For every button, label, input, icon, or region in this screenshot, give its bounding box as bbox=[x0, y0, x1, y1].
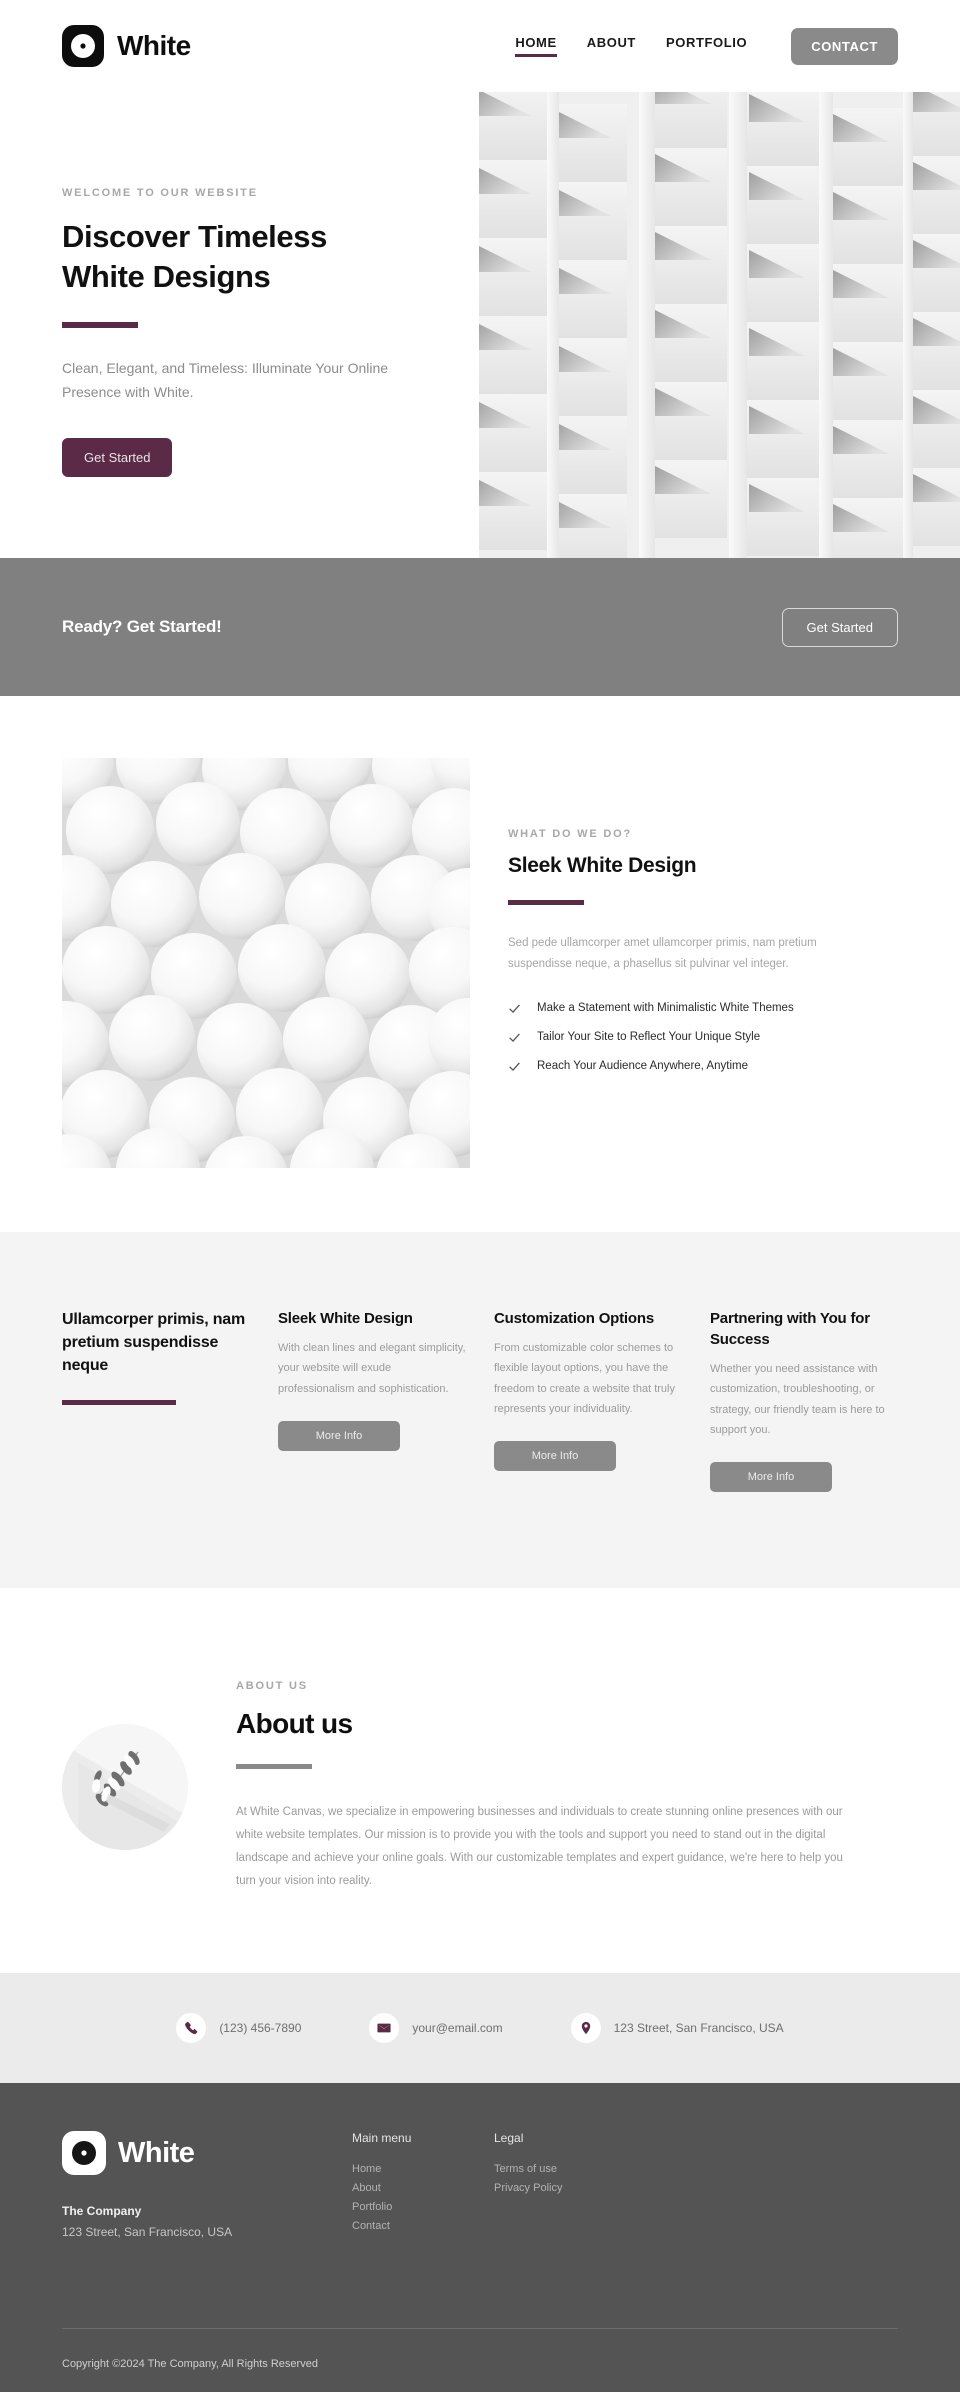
feature-card-title: Customization Options bbox=[494, 1310, 654, 1327]
about-branch-image bbox=[62, 1724, 188, 1851]
checklist-item-label: Reach Your Audience Anywhere, Anytime bbox=[537, 1060, 748, 1073]
contact-button[interactable]: CONTACT bbox=[791, 27, 898, 65]
hero-accent-rule bbox=[62, 322, 138, 329]
features-accent-rule bbox=[62, 1399, 176, 1405]
pinwheel-logo-icon bbox=[62, 25, 104, 67]
about-copy: ABOUT US About us At White Canvas, we sp… bbox=[236, 1662, 898, 1893]
footer-company-address: 123 Street, San Francisco, USA bbox=[62, 2225, 233, 2240]
checklist-item: Reach Your Audience Anywhere, Anytime bbox=[508, 1060, 898, 1073]
footer-column-main-menu: Main menu Home About Portfolio Contact bbox=[352, 2131, 494, 2239]
footer-link-terms[interactable]: Terms of use bbox=[494, 2163, 636, 2175]
footer-brand-column: White The Company 123 Street, San Franci… bbox=[62, 2131, 352, 2239]
contact-email[interactable]: your@email.com bbox=[369, 2013, 503, 2044]
about-eyebrow: ABOUT US bbox=[236, 1680, 308, 1693]
footer-column-legal: Legal Terms of use Privacy Policy bbox=[494, 2131, 636, 2239]
check-icon bbox=[509, 1004, 520, 1013]
page-root: White HOME ABOUT PORTFOLIO CONTACT WELCO… bbox=[0, 0, 960, 2392]
cta-band-get-started-button[interactable]: Get Started bbox=[781, 607, 898, 647]
footer-link-privacy[interactable]: Privacy Policy bbox=[494, 2182, 636, 2194]
footer-column-title: Legal bbox=[494, 2131, 524, 2146]
checklist-item-label: Make a Statement with Minimalistic White… bbox=[537, 1002, 794, 1015]
feature-card-title: Partnering with You for Success bbox=[710, 1310, 870, 1348]
footer-top: White The Company 123 Street, San Franci… bbox=[62, 2131, 898, 2239]
feature-card-2: Customization Options From customizable … bbox=[494, 1308, 682, 1472]
footer-link-portfolio[interactable]: Portfolio bbox=[352, 2201, 494, 2213]
feature-card-title: Sleek White Design bbox=[278, 1310, 413, 1327]
hero-facade-image bbox=[479, 92, 960, 558]
hero-section: WELCOME TO OUR WEBSITE Discover Timeless… bbox=[0, 92, 960, 558]
footer-brand-name: White bbox=[118, 2136, 195, 2169]
about-body: At White Canvas, we specialize in empowe… bbox=[236, 1806, 843, 1888]
feature-card-3: Partnering with You for Success Whether … bbox=[710, 1308, 898, 1493]
features-lead-column: Ullamcorper primis, nam pretium suspendi… bbox=[62, 1308, 250, 1405]
what-we-do-copy: WHAT DO WE DO? Sleek White Design Sed pe… bbox=[508, 758, 898, 1168]
site-footer: White The Company 123 Street, San Franci… bbox=[0, 2083, 960, 2392]
footer-column-title: Main menu bbox=[352, 2131, 412, 2146]
brand-name: White bbox=[117, 30, 191, 61]
what-we-do-section: WHAT DO WE DO? Sleek White Design Sed pe… bbox=[0, 696, 960, 1232]
brand-logo[interactable]: White bbox=[62, 25, 191, 67]
hero-title: Discover Timeless White Designs bbox=[62, 217, 480, 296]
checklist-item: Tailor Your Site to Reflect Your Unique … bbox=[508, 1031, 898, 1044]
hero-copy: WELCOME TO OUR WEBSITE Discover Timeless… bbox=[0, 92, 480, 477]
feature-more-info-button[interactable]: More Info bbox=[278, 1421, 400, 1452]
footer-link-list: Terms of use Privacy Policy bbox=[494, 2163, 636, 2194]
hero-eyebrow: WELCOME TO OUR WEBSITE bbox=[62, 187, 258, 199]
hero-get-started-button[interactable]: Get Started bbox=[62, 437, 173, 477]
feature-card-1: Sleek White Design With clean lines and … bbox=[278, 1308, 466, 1452]
feature-card-body: With clean lines and elegant simplicity,… bbox=[278, 1342, 466, 1395]
contact-address-text: 123 Street, San Francisco, USA bbox=[613, 2021, 784, 2036]
footer-link-about[interactable]: About bbox=[352, 2182, 494, 2194]
about-rule bbox=[236, 1764, 312, 1770]
main-nav: HOME ABOUT PORTFOLIO CONTACT bbox=[515, 27, 898, 65]
what-we-do-accent-rule bbox=[508, 900, 584, 905]
nav-item-portfolio[interactable]: PORTFOLIO bbox=[666, 35, 747, 57]
hero-title-line1: Discover Timeless bbox=[62, 219, 327, 254]
about-title: About us bbox=[236, 1708, 353, 1740]
footer-company-label: The Company bbox=[62, 2204, 142, 2219]
footer-link-contact[interactable]: Contact bbox=[352, 2220, 494, 2232]
check-icon bbox=[509, 1033, 520, 1042]
hero-title-line2: White Designs bbox=[62, 258, 271, 294]
features-lead-title: Ullamcorper primis, nam pretium suspendi… bbox=[62, 1311, 246, 1375]
check-icon bbox=[509, 1062, 520, 1071]
white-spheres-image bbox=[62, 758, 470, 1168]
pinwheel-logo-icon bbox=[62, 2131, 106, 2176]
footer-copyright: Copyright ©2024 The Company, All Rights … bbox=[62, 2358, 318, 2371]
checklist-item: Make a Statement with Minimalistic White… bbox=[508, 1002, 898, 1015]
feature-card-body: From customizable color schemes to flexi… bbox=[494, 1342, 675, 1416]
cta-band: Ready? Get Started! Get Started bbox=[0, 558, 960, 696]
what-we-do-checklist: Make a Statement with Minimalistic White… bbox=[508, 1002, 898, 1073]
footer-brand-logo[interactable]: White bbox=[62, 2131, 352, 2176]
what-we-do-title: Sleek White Design bbox=[508, 854, 697, 877]
map-pin-icon bbox=[570, 2013, 601, 2044]
contact-phone[interactable]: (123) 456-7890 bbox=[176, 2013, 302, 2044]
what-we-do-eyebrow: WHAT DO WE DO? bbox=[508, 828, 632, 840]
nav-item-about[interactable]: ABOUT bbox=[587, 35, 636, 57]
feature-card-body: Whether you need assistance with customi… bbox=[710, 1363, 885, 1437]
nav-item-home[interactable]: HOME bbox=[515, 35, 558, 57]
features-section: Ullamcorper primis, nam pretium suspendi… bbox=[0, 1232, 960, 1589]
contact-phone-text: (123) 456-7890 bbox=[219, 2021, 302, 2036]
site-header: White HOME ABOUT PORTFOLIO CONTACT bbox=[0, 0, 960, 92]
contact-email-text: your@email.com bbox=[412, 2021, 503, 2036]
what-we-do-description: Sed pede ullamcorper amet ullamcorper pr… bbox=[508, 937, 817, 971]
feature-more-info-button[interactable]: More Info bbox=[494, 1441, 616, 1472]
about-section: ABOUT US About us At White Canvas, we sp… bbox=[0, 1588, 960, 1974]
footer-link-home[interactable]: Home bbox=[352, 2163, 494, 2175]
checklist-item-label: Tailor Your Site to Reflect Your Unique … bbox=[537, 1031, 761, 1044]
footer-divider bbox=[62, 2328, 898, 2330]
cta-band-text: Ready? Get Started! bbox=[62, 617, 222, 636]
contact-bar: (123) 456-7890 your@email.com 123 Street… bbox=[0, 1973, 960, 2084]
phone-icon bbox=[176, 2013, 207, 2044]
hero-subtitle: Clean, Elegant, and Timeless: Illuminate… bbox=[62, 360, 389, 401]
envelope-icon bbox=[369, 2013, 400, 2044]
feature-more-info-button[interactable]: More Info bbox=[710, 1462, 832, 1493]
contact-address[interactable]: 123 Street, San Francisco, USA bbox=[570, 2013, 784, 2044]
footer-link-list: Home About Portfolio Contact bbox=[352, 2163, 494, 2232]
